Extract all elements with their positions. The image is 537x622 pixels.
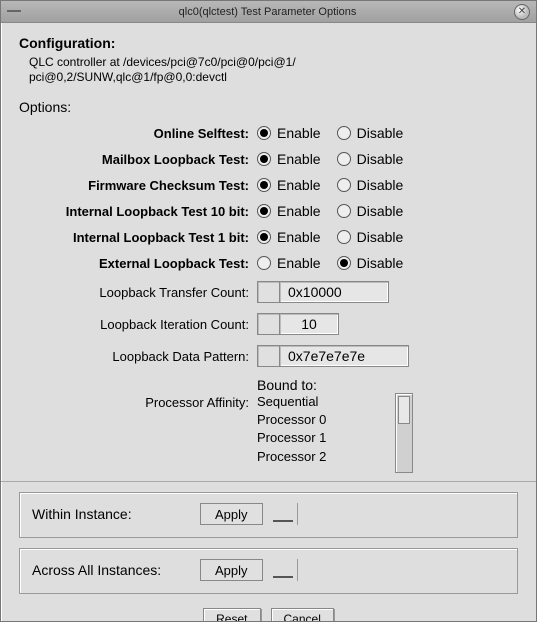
data-pattern-prefix [257, 345, 279, 367]
radio-il1-disable[interactable]: Disable [337, 229, 404, 245]
radio-il1-enable[interactable]: Enable [257, 229, 321, 245]
titlebar-left-icon [7, 10, 21, 14]
iteration-count-prefix [257, 313, 279, 335]
label-mailbox-loopback: Mailbox Loopback Test: [19, 152, 257, 167]
list-item[interactable]: Processor 1 [257, 429, 387, 447]
label-processor-affinity: Processor Affinity: [19, 377, 257, 410]
configuration-text: QLC controller at /devices/pci@7c0/pci@0… [19, 55, 518, 85]
radio-ext-enable[interactable]: Enable [257, 255, 321, 271]
radio-ext-disable[interactable]: Disable [337, 255, 404, 271]
row-data-pattern: Loopback Data Pattern: [19, 345, 518, 367]
scrollbar-thumb[interactable] [398, 396, 410, 424]
row-processor-affinity: Processor Affinity: Bound to: Sequential… [19, 377, 518, 473]
reset-button[interactable]: Reset [203, 608, 260, 621]
group-within-instance: Within Instance: Apply [19, 492, 518, 538]
label-within-instance: Within Instance: [32, 506, 200, 522]
chevron-down-icon[interactable] [273, 562, 293, 578]
radio-online-selftest-enable[interactable]: Enable [257, 125, 321, 141]
label-transfer-count: Loopback Transfer Count: [19, 285, 257, 300]
radio-firmware-disable[interactable]: Disable [337, 177, 404, 193]
label-external-loopback: External Loopback Test: [19, 256, 257, 271]
radio-il10-enable[interactable]: Enable [257, 203, 321, 219]
label-internal-loopback-1: Internal Loopback Test 1 bit: [19, 230, 257, 245]
dialog-window: qlc0(qlctest) Test Parameter Options ✕ C… [0, 0, 537, 622]
content-area: Configuration: QLC controller at /device… [1, 23, 536, 621]
list-item[interactable]: Processor 0 [257, 411, 387, 429]
data-pattern-input[interactable] [279, 345, 409, 367]
cancel-button[interactable]: Cancel [271, 608, 334, 621]
transfer-count-prefix [257, 281, 279, 303]
row-transfer-count: Loopback Transfer Count: [19, 281, 518, 303]
label-iteration-count: Loopback Iteration Count: [19, 317, 257, 332]
apply-across-button[interactable]: Apply [200, 559, 263, 581]
radio-mailbox-enable[interactable]: Enable [257, 151, 321, 167]
across-combo-field[interactable] [297, 559, 338, 581]
radio-firmware-enable[interactable]: Enable [257, 177, 321, 193]
titlebar: qlc0(qlctest) Test Parameter Options ✕ [1, 1, 536, 23]
label-data-pattern: Loopback Data Pattern: [19, 349, 257, 364]
configuration-heading: Configuration: [19, 35, 518, 51]
affinity-scrollbar[interactable] [395, 393, 413, 473]
radio-online-selftest-disable[interactable]: Disable [337, 125, 404, 141]
within-combo-field[interactable] [297, 503, 338, 525]
radio-mailbox-disable[interactable]: Disable [337, 151, 404, 167]
bottom-button-row: Reset Cancel [19, 608, 518, 621]
apply-within-button[interactable]: Apply [200, 503, 263, 525]
iteration-count-input[interactable] [279, 313, 339, 335]
affinity-bound-to: Bound to: [257, 377, 413, 393]
window-title: qlc0(qlctest) Test Parameter Options [21, 6, 514, 18]
affinity-listbox[interactable]: Sequential Processor 0 Processor 1 Proce… [257, 393, 387, 473]
row-online-selftest: Online Selftest: Enable Disable [19, 125, 518, 141]
close-icon[interactable]: ✕ [514, 4, 530, 20]
list-item[interactable]: Processor 2 [257, 448, 387, 466]
list-item[interactable]: Sequential [257, 393, 387, 411]
transfer-count-input[interactable] [279, 281, 389, 303]
row-firmware-checksum: Firmware Checksum Test: Enable Disable [19, 177, 518, 193]
row-internal-loopback-1: Internal Loopback Test 1 bit: Enable Dis… [19, 229, 518, 245]
row-mailbox-loopback: Mailbox Loopback Test: Enable Disable [19, 151, 518, 167]
options-heading: Options: [19, 99, 518, 115]
options-area: Online Selftest: Enable Disable Mailbox … [19, 125, 518, 473]
row-iteration-count: Loopback Iteration Count: [19, 313, 518, 335]
label-online-selftest: Online Selftest: [19, 126, 257, 141]
divider [1, 481, 536, 482]
row-internal-loopback-10: Internal Loopback Test 10 bit: Enable Di… [19, 203, 518, 219]
radio-il10-disable[interactable]: Disable [337, 203, 404, 219]
label-internal-loopback-10: Internal Loopback Test 10 bit: [19, 204, 257, 219]
label-across-all: Across All Instances: [32, 562, 200, 578]
row-external-loopback: External Loopback Test: Enable Disable [19, 255, 518, 271]
label-firmware-checksum: Firmware Checksum Test: [19, 178, 257, 193]
group-across-all: Across All Instances: Apply [19, 548, 518, 594]
chevron-down-icon[interactable] [273, 506, 293, 522]
